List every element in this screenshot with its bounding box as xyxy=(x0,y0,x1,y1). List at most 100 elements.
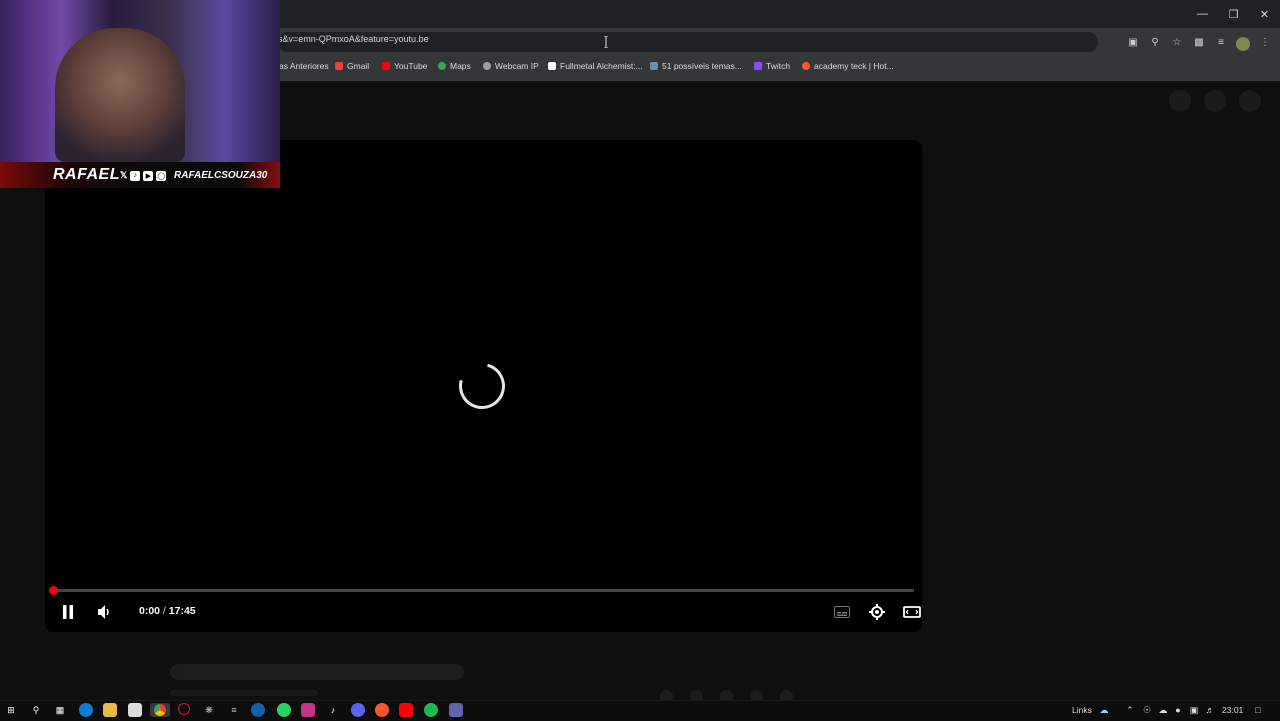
time-display: 0:00 / 17:45 xyxy=(139,605,196,617)
toolbar-icons: ▣ ⚲ ☆ ▩ ≡ ⋮ xyxy=(1124,32,1274,52)
search-icon[interactable]: ⚲ xyxy=(29,703,43,717)
webcam-overlay: RAFAEL 𝕏 ♪ ▶ ◯ RAFAELCSOUZA30 xyxy=(0,0,280,188)
site-icon xyxy=(548,62,556,70)
subtitle-placeholder xyxy=(170,690,318,696)
gmail-icon xyxy=(335,62,343,70)
webcam-icon xyxy=(483,62,491,70)
fire-icon xyxy=(802,62,810,70)
weather-icon[interactable]: ☁ xyxy=(1097,703,1111,717)
bookmark-label: YouTube xyxy=(394,61,428,71)
bookmark-item[interactable]: academy teck | Hot... xyxy=(802,61,894,71)
install-app-icon[interactable]: ▣ xyxy=(1124,32,1142,52)
brave-icon[interactable] xyxy=(375,703,389,717)
restore-icon[interactable]: ❐ xyxy=(1218,0,1249,28)
bookmark-item[interactable]: Fullmetal Alchemist:... xyxy=(548,61,643,71)
x-icon: 𝕏 xyxy=(120,170,128,180)
discord-icon[interactable] xyxy=(351,703,365,717)
placeholder-circle xyxy=(1239,90,1261,112)
menu-app-icon[interactable]: ≡ xyxy=(227,703,241,717)
theater-icon xyxy=(903,606,921,618)
zoom-icon[interactable]: ⚲ xyxy=(1146,32,1164,52)
cloud-icon[interactable]: ☁ xyxy=(1156,703,1170,717)
bookmark-label: academy teck | Hot... xyxy=(814,61,894,71)
extensions-icon[interactable]: ▩ xyxy=(1190,32,1208,52)
subtitles-icon xyxy=(834,606,850,618)
bookmark-label: 51 possíveis temas... xyxy=(662,61,742,71)
placeholder-circle xyxy=(1204,90,1226,112)
bookmark-label: Webcam IP xyxy=(495,61,539,71)
minimize-icon[interactable]: — xyxy=(1187,0,1218,28)
bookmark-label: Gmail xyxy=(347,61,370,71)
start-icon[interactable]: ⊞ xyxy=(4,703,18,717)
bookmark-label: as Anteriores xyxy=(279,61,329,71)
profile-avatar xyxy=(1236,36,1250,51)
store-icon[interactable] xyxy=(128,703,142,717)
close-icon[interactable]: ✕ xyxy=(1249,0,1280,28)
whatsapp-icon[interactable] xyxy=(277,703,291,717)
title-placeholder xyxy=(170,664,464,680)
bookmark-item[interactable]: as Anteriores xyxy=(279,61,329,71)
task-view-icon[interactable]: ▦ xyxy=(53,703,67,717)
twitch-icon xyxy=(754,62,762,70)
tiktok-icon: ♪ xyxy=(130,170,141,181)
duration: 17:45 xyxy=(168,605,196,617)
bookmark-label: Twitch xyxy=(766,61,791,71)
volume-tray-icon[interactable]: ♬ xyxy=(1203,703,1217,717)
chatgpt-icon[interactable]: ❋ xyxy=(202,703,216,717)
current-time: 0:00 xyxy=(139,605,161,617)
streamer-video xyxy=(55,28,185,162)
explorer-icon[interactable] xyxy=(103,703,117,717)
edge-icon[interactable] xyxy=(79,703,93,717)
volume-button[interactable] xyxy=(93,600,117,624)
bookmark-item[interactable]: Webcam IP xyxy=(483,61,539,71)
links-toolbar[interactable]: Links xyxy=(1072,705,1092,715)
video-player[interactable]: 0:00 / 17:45 xyxy=(45,140,922,632)
wifi-icon[interactable]: ☉ xyxy=(1140,703,1154,717)
bookmark-item[interactable]: 51 possíveis temas... xyxy=(650,61,742,71)
spotify-icon[interactable] xyxy=(424,703,438,717)
subtitles-button[interactable] xyxy=(830,600,854,624)
theater-mode-button[interactable] xyxy=(900,600,922,624)
teams-icon[interactable] xyxy=(449,703,463,717)
youtube-icon xyxy=(382,62,390,70)
bookmark-item[interactable]: YouTube xyxy=(382,61,427,71)
scrubber-handle[interactable] xyxy=(49,586,58,595)
pause-icon xyxy=(63,605,73,619)
time-separator: / xyxy=(160,605,169,617)
placeholder-circle xyxy=(1169,90,1191,112)
bookmark-label: Maps xyxy=(450,61,471,71)
youtube-icon[interactable] xyxy=(399,703,413,717)
clock[interactable]: 23:01 xyxy=(1222,705,1243,715)
bookmark-item[interactable]: Maps xyxy=(438,61,471,71)
progress-bar[interactable] xyxy=(53,589,914,592)
microphone-icon[interactable]: ● xyxy=(1171,703,1185,717)
profile-button[interactable] xyxy=(1234,32,1252,52)
volume-icon xyxy=(98,605,109,619)
menu-icon[interactable]: ⋮ xyxy=(1256,32,1274,52)
loading-spinner-icon xyxy=(450,354,514,418)
text-cursor-icon xyxy=(604,36,608,48)
tiktok-icon[interactable]: ♪ xyxy=(326,703,340,717)
url-text[interactable]: s&v=emn-QPmxoA&feature=youtu.be xyxy=(278,34,429,44)
chevron-up-icon[interactable]: ⌃ xyxy=(1123,703,1137,717)
network-icon[interactable]: ▣ xyxy=(1187,703,1201,717)
streamer-handle: RAFAELCSOUZA30 xyxy=(174,170,268,181)
tab-search-icon[interactable]: ≡ xyxy=(1212,32,1230,52)
bookmark-item[interactable]: Twitch xyxy=(754,61,790,71)
bookmark-item[interactable]: Gmail xyxy=(335,61,369,71)
window-controls: — ❐ ✕ xyxy=(1187,0,1280,28)
social-icons: 𝕏 ♪ ▶ ◯ xyxy=(120,170,167,181)
steam-icon[interactable] xyxy=(251,703,265,717)
bookmark-label: Fullmetal Alchemist:... xyxy=(560,61,643,71)
site-icon xyxy=(650,62,658,70)
instagram-icon[interactable] xyxy=(301,703,315,717)
notifications-icon[interactable]: □ xyxy=(1251,703,1265,717)
opera-icon[interactable] xyxy=(178,703,190,715)
maps-icon xyxy=(438,62,446,70)
star-icon[interactable]: ☆ xyxy=(1168,32,1186,52)
chrome-icon[interactable] xyxy=(150,703,170,717)
streamer-name: RAFAEL xyxy=(53,166,120,183)
settings-button[interactable] xyxy=(865,600,889,624)
pause-button[interactable] xyxy=(57,600,79,624)
youtube-icon: ▶ xyxy=(143,170,154,181)
